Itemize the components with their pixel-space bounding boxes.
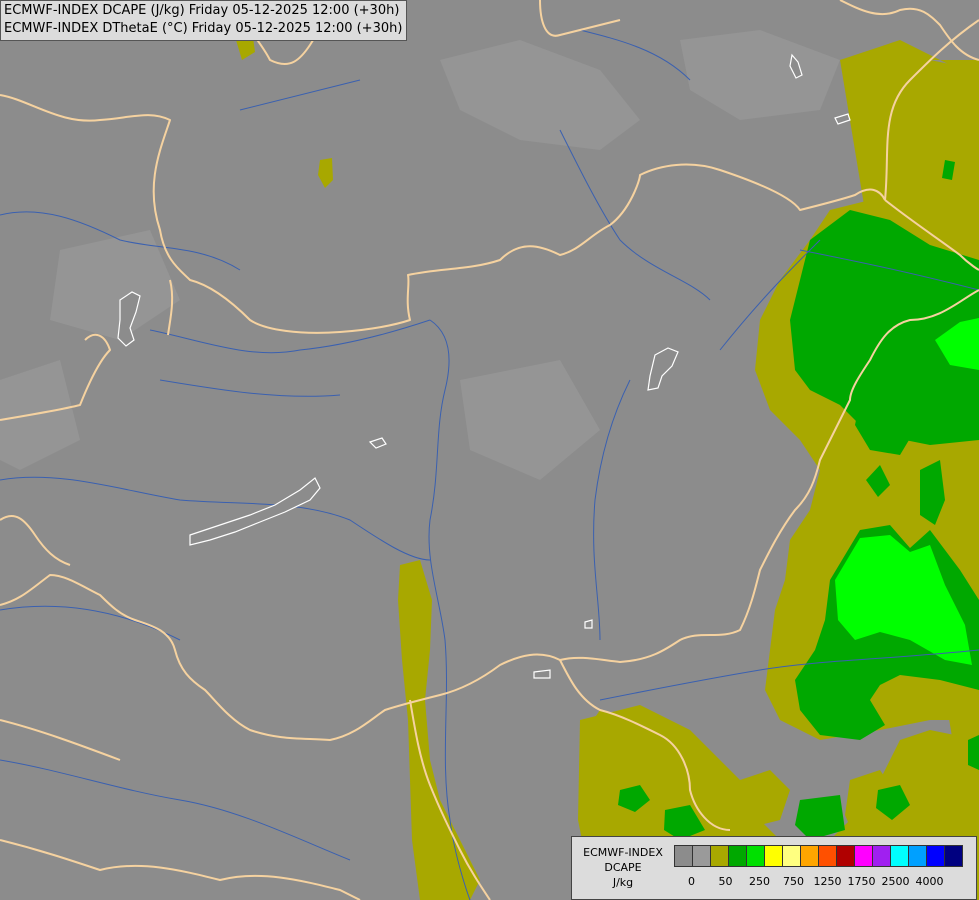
legend-swatch — [764, 845, 783, 867]
color-legend: ECMWF-INDEX DCAPE J/kg 0 50 250 750 1250 1750… — [571, 836, 977, 900]
legend-tick-label: 1750 — [847, 875, 876, 888]
legend-swatch — [854, 845, 873, 867]
legend-swatch — [692, 845, 711, 867]
legend-line-2: DCAPE — [604, 861, 642, 874]
legend-swatch — [746, 845, 765, 867]
legend-tick-label: 0 — [688, 875, 695, 888]
legend-swatch — [800, 845, 819, 867]
legend-swatch — [710, 845, 729, 867]
weather-map — [0, 0, 979, 900]
legend-swatch — [674, 845, 693, 867]
legend-title: ECMWF-INDEX DCAPE J/kg — [574, 845, 672, 890]
legend-line-1: ECMWF-INDEX — [583, 846, 663, 859]
legend-swatch — [890, 845, 909, 867]
lake-small-4 — [584, 619, 593, 629]
legend-tick-label: 4000 — [915, 875, 944, 888]
title-dcape: ECMWF-INDEX DCAPE (J/kg) Friday 05-12-20… — [4, 3, 400, 18]
legend-tick-label: 750 — [783, 875, 804, 888]
legend-swatch — [782, 845, 801, 867]
legend-swatch — [728, 845, 747, 867]
legend-line-3: J/kg — [612, 876, 634, 889]
legend-swatch — [926, 845, 945, 867]
legend-swatch — [818, 845, 837, 867]
legend-tick-label: 250 — [749, 875, 770, 888]
legend-swatches — [674, 845, 963, 867]
title-dthetae: ECMWF-INDEX DThetaE (°C) Friday 05-12-20… — [4, 21, 403, 36]
legend-swatch — [872, 845, 891, 867]
lake-small-5 — [533, 669, 551, 679]
legend-ticks: 0 50 250 750 1250 1750 2500 4000 — [674, 875, 974, 889]
legend-tick-label: 1250 — [813, 875, 842, 888]
legend-swatch — [944, 845, 963, 867]
legend-swatch — [908, 845, 927, 867]
map-title-box: ECMWF-INDEX DCAPE (J/kg) Friday 05-12-20… — [0, 0, 408, 41]
legend-tick-label: 50 — [718, 875, 733, 888]
legend-swatch — [836, 845, 855, 867]
legend-tick-label: 2500 — [881, 875, 910, 888]
